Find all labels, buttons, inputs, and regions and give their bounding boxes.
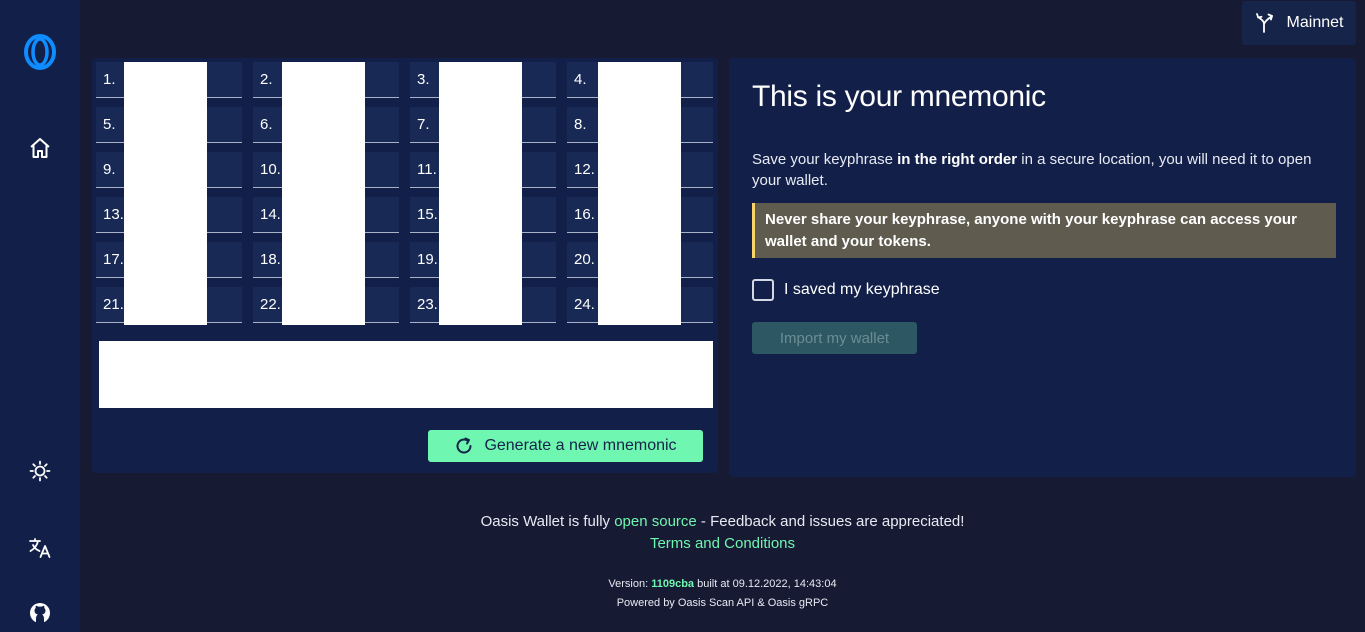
desc-bold-text: in the right order [897,151,1018,168]
mnemonic-word-index: 24. [574,296,595,313]
info-title: This is your mnemonic [752,80,1046,113]
mnemonic-word-index: 14. [260,206,281,223]
mnemonic-word-index: 21. [103,296,124,313]
mnemonic-word-index: 1. [103,71,116,88]
mnemonic-word-index: 9. [103,161,116,178]
redacted-column [598,62,681,325]
mnemonic-word-index: 23. [417,296,438,313]
network-selector-button[interactable]: Mainnet [1242,1,1356,45]
import-wallet-button[interactable]: Import my wallet [752,322,917,354]
mnemonic-word-index: 8. [574,116,587,133]
generate-mnemonic-label: Generate a new mnemonic [484,437,677,454]
home-icon[interactable] [0,132,80,164]
open-source-link[interactable]: open source [614,513,697,530]
saved-keyphrase-checkbox[interactable] [752,279,774,301]
oasis-logo-icon[interactable] [0,30,80,74]
mnemonic-word-index: 6. [260,116,273,133]
mnemonic-word-index: 4. [574,71,587,88]
redacted-column [282,62,365,325]
mnemonic-word-index: 11. [417,161,437,178]
mnemonic-panel: 1. 2. 3. 4. 5. 6. 7. 8. 9. 10. 11. 12. 13. 14. 15. 16. 1… [92,58,718,473]
theme-sun-icon[interactable] [0,455,80,487]
network-branch-icon [1255,13,1273,33]
mnemonic-word-index: 13. [103,206,124,223]
version-label: Version: [608,578,652,590]
mnemonic-word-index: 7. [417,116,430,133]
footer-terms-line: Terms and Conditions [80,535,1365,552]
mnemonic-word-index: 12. [574,161,595,178]
mnemonic-word-index: 16. [574,206,595,223]
mnemonic-word-index: 10. [260,161,281,178]
redacted-column [439,62,522,325]
footer-text: Oasis Wallet is fully [480,513,615,530]
footer-open-source-line: Oasis Wallet is fully open source - Feed… [80,513,1365,530]
mnemonic-word-index: 15. [417,206,438,223]
mnemonic-word-index: 19. [417,251,438,268]
mnemonic-word-index: 22. [260,296,281,313]
github-icon[interactable] [0,598,80,628]
mnemonic-word-index: 17. [103,251,124,268]
network-label: Mainnet [1286,14,1344,31]
refresh-icon [456,437,472,454]
mnemonic-word-index: 5. [103,116,116,133]
mnemonic-word-index: 18. [260,251,281,268]
desc-text: Save your keyphrase [752,151,898,168]
footer-text: - Feedback and issues are appreciated! [696,513,965,530]
saved-keyphrase-checkbox-row[interactable]: I saved my keyphrase [752,279,940,301]
language-icon[interactable] [0,532,80,564]
mnemonic-word-index: 2. [260,71,273,88]
warning-box: Never share your keyphrase, anyone with … [752,203,1336,258]
footer-version-line: Version: 1109cba built at 09.12.2022, 14… [80,578,1365,590]
info-panel: This is your mnemonic Save your keyphras… [729,58,1356,477]
sidebar [0,0,80,632]
build-time: built at 09.12.2022, 14:43:04 [694,578,837,590]
saved-keyphrase-label: I saved my keyphrase [784,281,940,298]
redacted-mnemonic-text [99,341,713,408]
footer-powered-line: Powered by Oasis Scan API & Oasis gRPC [616,597,829,609]
terms-link[interactable]: Terms and Conditions [650,535,795,552]
info-description: Save your keyphrase in the right order i… [752,149,1337,191]
mnemonic-word-index: 3. [417,71,430,88]
generate-mnemonic-button[interactable]: Generate a new mnemonic [428,430,703,462]
redacted-column [124,62,207,325]
version-link[interactable]: 1109cba [651,578,694,590]
mnemonic-word-index: 20. [574,251,595,268]
